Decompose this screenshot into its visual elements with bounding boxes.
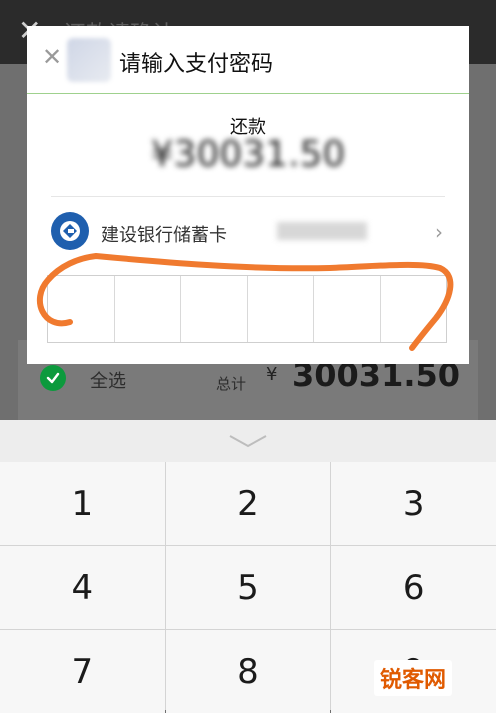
watermark-logo: 锐客网 — [373, 660, 452, 696]
chevron-down-icon — [229, 435, 267, 448]
key-7[interactable]: 7 — [0, 630, 165, 713]
key-8[interactable]: 8 — [165, 630, 331, 713]
avatar — [67, 38, 111, 82]
key-5[interactable]: 5 — [165, 546, 331, 629]
check-icon — [46, 372, 60, 384]
select-all-label: 全选 — [90, 371, 126, 392]
payment-amount: ¥30031.50 — [150, 134, 346, 175]
card-number-redacted — [277, 222, 367, 240]
password-digit-cell — [248, 276, 314, 342]
ccb-bank-icon — [51, 212, 89, 250]
key-4[interactable]: 4 — [0, 546, 165, 629]
password-digit-cell — [115, 276, 181, 342]
password-digit-cell — [381, 276, 447, 342]
close-dialog-button[interactable]: ✕ — [39, 43, 65, 71]
payment-password-dialog: ✕ 请输入支付密码 还款 ¥30031.50 建设银行储蓄卡 › — [27, 26, 469, 364]
key-2[interactable]: 2 — [165, 462, 331, 545]
payment-method-selector[interactable]: 建设银行储蓄卡 › — [51, 212, 445, 252]
key-1[interactable]: 1 — [0, 462, 165, 545]
total-currency: ¥ — [266, 364, 278, 385]
bank-card-name: 建设银行储蓄卡 — [101, 225, 227, 246]
password-digit-cell — [48, 276, 115, 342]
total-label: 总计 — [216, 375, 247, 393]
password-digit-cell — [181, 276, 248, 342]
chevron-right-icon: › — [435, 220, 443, 244]
section-divider — [51, 196, 445, 197]
password-digit-cell — [314, 276, 381, 342]
close-icon: ✕ — [41, 43, 63, 71]
collapse-keypad-button[interactable] — [0, 420, 496, 462]
dialog-title: 请输入支付密码 — [119, 52, 274, 77]
key-6[interactable]: 6 — [331, 546, 496, 629]
password-input[interactable] — [47, 275, 447, 343]
select-all-checkbox[interactable] — [40, 365, 66, 391]
dialog-divider — [27, 93, 469, 94]
key-3[interactable]: 3 — [331, 462, 496, 545]
